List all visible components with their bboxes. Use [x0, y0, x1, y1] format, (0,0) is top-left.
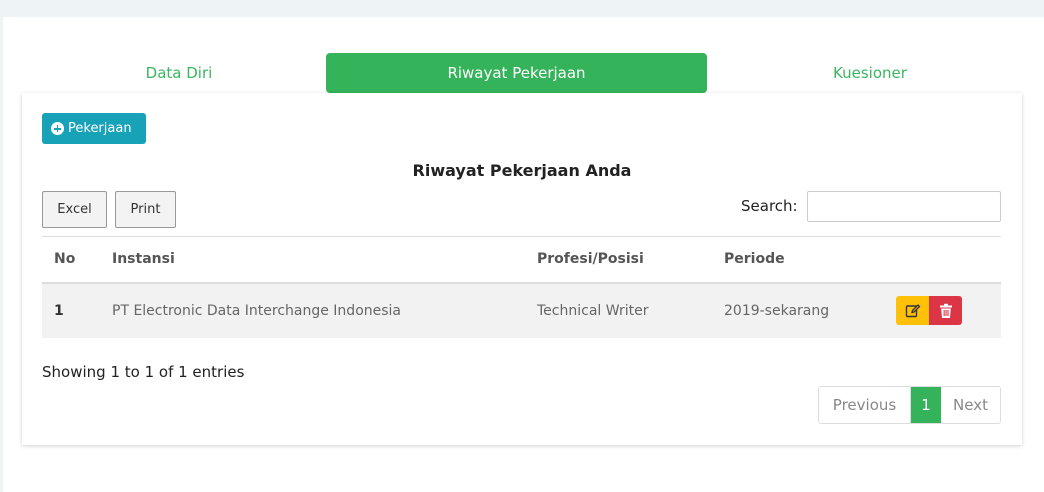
- main-card: Data Diri Riwayat Pekerjaan Kuesioner Pe…: [3, 17, 1044, 492]
- header-no[interactable]: No: [42, 236, 100, 284]
- tab-riwayat-pekerjaan[interactable]: Riwayat Pekerjaan: [326, 53, 707, 93]
- delete-button[interactable]: [929, 296, 962, 325]
- pagination: Previous 1 Next: [818, 386, 1001, 424]
- cell-no: 1: [42, 282, 100, 338]
- edit-icon: [905, 303, 920, 317]
- next-button[interactable]: Next: [941, 387, 1000, 423]
- cell-periode: 2019-sekarang: [712, 282, 884, 338]
- plus-circle-icon: [51, 122, 64, 135]
- tab-bar: Data Diri Riwayat Pekerjaan Kuesioner: [33, 53, 1033, 93]
- table-row: 1 PT Electronic Data Interchange Indones…: [42, 282, 1001, 338]
- work-history-table: No Instansi Profesi/Posisi Periode 1 PT …: [42, 236, 1001, 338]
- header-actions: [884, 236, 1001, 284]
- header-instansi[interactable]: Instansi: [100, 236, 525, 284]
- search-label: Search:: [741, 197, 798, 215]
- page-1-button[interactable]: 1: [911, 387, 941, 423]
- row-actions: [896, 296, 1001, 325]
- add-pekerjaan-button[interactable]: Pekerjaan: [42, 113, 146, 144]
- entries-info: Showing 1 to 1 of 1 entries: [42, 363, 245, 381]
- search-input[interactable]: [807, 191, 1001, 222]
- tab-data-diri[interactable]: Data Diri: [33, 53, 325, 93]
- cell-actions: [884, 282, 1001, 338]
- table-title: Riwayat Pekerjaan Anda: [412, 161, 632, 180]
- excel-button[interactable]: Excel: [42, 191, 107, 228]
- print-button[interactable]: Print: [115, 191, 176, 228]
- add-pekerjaan-label: Pekerjaan: [68, 121, 132, 136]
- tab-kuesioner[interactable]: Kuesioner: [707, 53, 1033, 93]
- table-header-row: No Instansi Profesi/Posisi Periode: [42, 236, 1001, 284]
- header-periode[interactable]: Periode: [712, 236, 884, 284]
- cell-profesi: Technical Writer: [525, 282, 712, 338]
- header-profesi[interactable]: Profesi/Posisi: [525, 236, 712, 284]
- previous-button[interactable]: Previous: [819, 387, 911, 423]
- trash-icon: [939, 303, 952, 318]
- edit-button[interactable]: [896, 296, 929, 325]
- cell-instansi: PT Electronic Data Interchange Indonesia: [100, 282, 525, 338]
- work-history-panel: Pekerjaan Riwayat Pekerjaan Anda Excel P…: [22, 93, 1022, 445]
